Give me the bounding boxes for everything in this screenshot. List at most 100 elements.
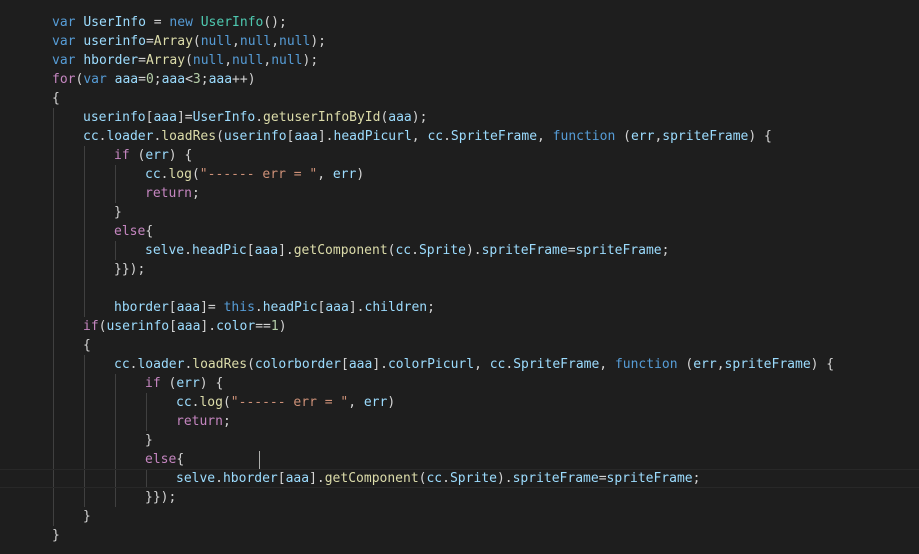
code-text: cc.log("------ err = ", err) [52, 167, 364, 182]
code-token: ]. [309, 471, 325, 486]
code-line[interactable]: selve.headPic[aaa].getComponent(cc.Sprit… [0, 241, 919, 260]
code-token: ( [185, 53, 193, 68]
code-token: cc [145, 167, 161, 182]
code-line[interactable]: var userinfo=Array(null,null,null); [0, 32, 919, 51]
code-token: UserInfo [192, 110, 256, 125]
code-line[interactable]: if (err) { [0, 374, 919, 393]
code-token: { [176, 452, 185, 467]
code-line[interactable]: cc.log("------ err = ", err) [0, 393, 919, 412]
code-token: { [83, 338, 91, 353]
code-line[interactable]: return; [0, 412, 919, 431]
code-line[interactable]: else{ [0, 450, 919, 469]
code-token: = [598, 471, 607, 486]
code-token: getuserInfoById [263, 110, 381, 125]
code-text: return; [52, 186, 200, 201]
code-token: . [215, 471, 223, 486]
code-token: aaa [294, 129, 318, 144]
indent-guide [146, 470, 147, 487]
code-line[interactable]: cc.loader.loadRes(userinfo[aaa].headPicu… [0, 127, 919, 146]
code-token: ]. [200, 319, 217, 334]
code-token: aaa [208, 72, 233, 87]
code-line[interactable]: if (err) { [0, 146, 919, 165]
code-line[interactable]: cc.loader.loadRes(colorborder[aaa].color… [0, 355, 919, 374]
code-token: , [537, 129, 553, 144]
indent-guide [84, 165, 85, 184]
code-token: null [239, 34, 272, 49]
code-text: } [52, 528, 60, 543]
code-line[interactable]: }}); [0, 260, 919, 279]
code-token: }}); [145, 490, 177, 505]
code-token: } [145, 433, 153, 448]
code-line[interactable]: { [0, 89, 919, 108]
code-text: if(userinfo[aaa].color==1) [52, 319, 287, 334]
code-token: null [279, 34, 311, 49]
code-token: [ [341, 357, 349, 372]
code-text: if (err) { [52, 148, 192, 163]
code-token: loadRes [192, 357, 248, 372]
code-line[interactable]: hborder[aaa]= this.headPic[aaa].children… [0, 298, 919, 317]
code-token: ; [191, 186, 200, 201]
indent-guide [53, 222, 54, 241]
code-line[interactable]: } [0, 507, 919, 526]
code-token: ; [427, 300, 435, 315]
code-token: ; [222, 414, 231, 429]
indent-guide [115, 165, 116, 184]
code-token: color [216, 319, 256, 334]
code-line[interactable]: } [0, 431, 919, 450]
code-token: aaa [176, 319, 201, 334]
code-token: ); [310, 34, 326, 49]
code-token: = [567, 243, 576, 258]
indent-guide [53, 374, 54, 393]
code-line[interactable]: }}); [0, 488, 919, 507]
code-token: userinfo [106, 319, 170, 334]
indent-guide [53, 355, 54, 374]
code-token: loadRes [161, 129, 217, 144]
code-token: getComponent [293, 243, 388, 258]
indent-guide [84, 222, 85, 241]
code-token: ) { [810, 357, 835, 372]
code-token: cc [114, 357, 130, 372]
code-token: cc [176, 395, 192, 410]
code-token: return [176, 414, 223, 429]
code-line[interactable]: selve.hborder[aaa].getComponent(cc.Sprit… [0, 469, 919, 488]
code-token: aaa [161, 72, 186, 87]
code-token: spriteFrame [606, 471, 693, 486]
code-token: spriteFrame [481, 243, 568, 258]
code-editor[interactable]: var UserInfo = new UserInfo(); var userin… [0, 0, 919, 554]
code-line[interactable]: var UserInfo = new UserInfo(); [0, 13, 919, 32]
code-token: if [83, 319, 99, 334]
indent-guide [115, 431, 116, 450]
code-line[interactable]: } [0, 526, 919, 545]
code-token: cc [426, 471, 443, 486]
code-line[interactable]: { [0, 336, 919, 355]
code-token: ( [222, 395, 231, 410]
code-line[interactable]: for(var aaa=0;aaa<3;aaa++) [0, 70, 919, 89]
indent-guide [84, 374, 85, 393]
code-text: { [52, 91, 60, 106]
indent-guide [115, 412, 116, 431]
indent-guide [146, 412, 147, 431]
code-line[interactable]: return; [0, 184, 919, 203]
code-token: "------ err = " [230, 395, 349, 410]
code-token: Sprite [449, 471, 497, 486]
code-token: ; [200, 72, 209, 87]
code-token: spriteFrame [575, 243, 662, 258]
code-token: err [630, 129, 655, 144]
code-line[interactable]: userinfo[aaa]=UserInfo.getuserInfoById(a… [0, 108, 919, 127]
code-token: 3 [192, 72, 201, 87]
code-line[interactable] [0, 279, 919, 298]
code-token: aaa [348, 357, 373, 372]
code-token: ( [677, 357, 694, 372]
code-token: userinfo [83, 110, 146, 125]
code-token: spriteFrame [724, 357, 811, 372]
code-token: if [145, 376, 161, 391]
code-token: < [185, 72, 193, 87]
code-line[interactable]: cc.log("------ err = ", err) [0, 165, 919, 184]
code-line[interactable]: if(userinfo[aaa].color==1) [0, 317, 919, 336]
code-lines[interactable]: var UserInfo = new UserInfo(); var userin… [0, 13, 919, 545]
code-line[interactable]: var hborder=Array(null,null,null); [0, 51, 919, 70]
code-token: headPicurl [333, 129, 412, 144]
code-line[interactable]: else{ [0, 222, 919, 241]
code-text: var userinfo=Array(null,null,null); [52, 34, 326, 49]
code-line[interactable]: } [0, 203, 919, 222]
